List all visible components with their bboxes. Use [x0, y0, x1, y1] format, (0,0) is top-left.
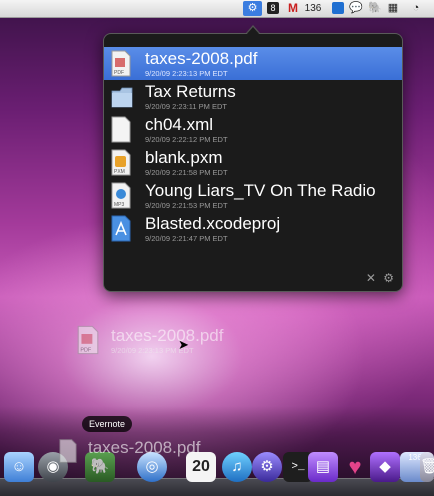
- svg-text:MP3: MP3: [114, 202, 125, 208]
- mp3-file-icon: MP3: [111, 182, 131, 209]
- file-date: 9/20/09 2:21:47 PM EDT: [145, 234, 228, 243]
- pxm-file-icon: PXM: [111, 149, 131, 176]
- file-row[interactable]: MP3 Young Liars_TV On The Radio 9/20/09 …: [104, 179, 402, 212]
- dragged-file-name: taxes-2008.pdf: [111, 326, 224, 345]
- heart-app-icon[interactable]: ♥: [340, 452, 370, 482]
- system-preferences-icon[interactable]: ⚙: [252, 452, 282, 482]
- file-row[interactable]: PDF taxes-2008.pdf 9/20/09 2:23:13 PM ED…: [104, 47, 402, 80]
- itunes-icon[interactable]: ♫: [222, 452, 252, 482]
- recent-files-list: PDF taxes-2008.pdf 9/20/09 2:23:13 PM ED…: [104, 47, 402, 245]
- popover-footer: ✕ ⚙: [362, 271, 394, 285]
- blue-app-icon[interactable]: [332, 2, 344, 14]
- dock-tooltip: Evernote: [82, 416, 132, 432]
- svg-text:PXM: PXM: [114, 169, 125, 175]
- grid-icon[interactable]: ▦: [386, 1, 400, 16]
- file-date: 9/20/09 2:22:12 PM EDT: [145, 135, 228, 144]
- file-date: 9/20/09 2:23:11 PM EDT: [145, 102, 227, 111]
- mouse-cursor-icon: ➤: [178, 337, 189, 352]
- pdf-file-icon: [59, 439, 77, 463]
- file-name: Blasted.xcodeproj: [145, 214, 281, 233]
- dock-drag-label: taxes-2008.pdf: [88, 438, 201, 457]
- pdf-file-icon: PDF: [111, 50, 131, 77]
- folder-dock-icon[interactable]: ▤: [308, 452, 338, 482]
- recent-files-popover: PDF taxes-2008.pdf 9/20/09 2:23:13 PM ED…: [103, 33, 403, 292]
- file-date: 9/20/09 2:21:58 PM EDT: [145, 168, 228, 177]
- file-name: Tax Returns: [145, 82, 236, 101]
- svg-text:PDF: PDF: [114, 70, 124, 76]
- dock-floor: [0, 478, 434, 496]
- svg-text:PDF: PDF: [80, 347, 92, 353]
- gear-menu-icon[interactable]: ⚙: [243, 1, 262, 16]
- evernote-menu-icon[interactable]: 🐘: [368, 1, 382, 16]
- gear-icon[interactable]: ⚙: [383, 271, 394, 285]
- file-name: ch04.xml: [145, 115, 214, 134]
- document-icon: [111, 116, 131, 143]
- close-icon[interactable]: ✕: [366, 271, 376, 285]
- finder-icon[interactable]: ☺: [4, 452, 34, 482]
- gmail-icon[interactable]: M: [285, 1, 301, 16]
- trash-icon[interactable]: 🗑: [420, 452, 434, 482]
- popover-caret-inner: [246, 27, 260, 35]
- file-name: Young Liars_TV On The Radio: [145, 181, 376, 200]
- file-row[interactable]: PXM blank.pxm 9/20/09 2:21:58 PM EDT: [104, 146, 402, 179]
- file-date: 9/20/09 2:23:13 PM EDT: [145, 69, 228, 78]
- file-name: blank.pxm: [145, 148, 223, 167]
- file-name: taxes-2008.pdf: [145, 49, 258, 68]
- file-row[interactable]: ch04.xml 9/20/09 2:22:12 PM EDT: [104, 113, 402, 146]
- box-8-menu-icon[interactable]: 8: [267, 2, 279, 14]
- xcode-project-icon: [111, 215, 131, 242]
- file-date: 9/20/09 2:21:53 PM EDT: [145, 201, 228, 210]
- wifi-icon[interactable]: ◔: [406, 1, 426, 16]
- purple-app-icon[interactable]: ◆: [370, 452, 400, 482]
- bubble-icon[interactable]: 💬: [349, 1, 363, 16]
- menu-bar: ⚙ 8 M 136 💬 🐘 ▦ ◔: [0, 0, 434, 18]
- mail-count: 136: [304, 3, 322, 14]
- folder-icon: [111, 87, 133, 108]
- pdf-file-icon: PDF: [77, 325, 99, 355]
- file-row[interactable]: Tax Returns 9/20/09 2:23:11 PM EDT: [104, 80, 402, 113]
- file-row[interactable]: Blasted.xcodeproj 9/20/09 2:21:47 PM EDT: [104, 212, 402, 245]
